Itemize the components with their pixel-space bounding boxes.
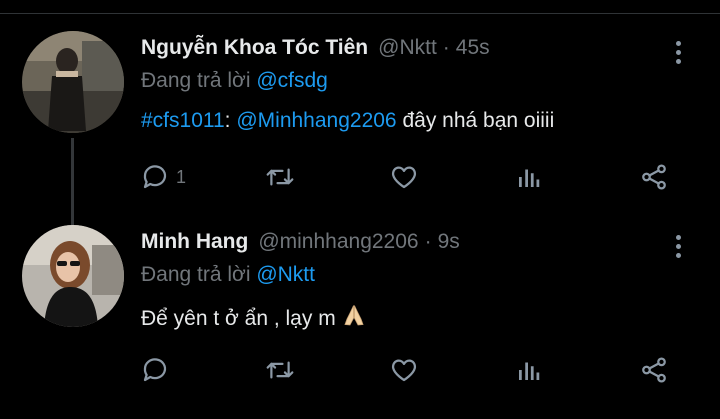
mention-link[interactable]: @Minhhang2206: [236, 109, 396, 132]
retweet-icon: [266, 361, 294, 379]
username[interactable]: @Nktt: [378, 36, 437, 60]
reply-icon: [143, 165, 167, 189]
retweet-button[interactable]: [264, 159, 296, 195]
tweet-header: Minh Hang @minhhang2206 · 9s: [141, 230, 460, 260]
tweet[interactable]: Minh Hang @minhhang2206 · 9s Đang trả lờ…: [0, 222, 720, 419]
separator: ·: [442, 36, 450, 59]
tweet-header: Nguyễn Khoa Tóc Tiên @Nktt · 45s: [141, 36, 490, 66]
stats-button[interactable]: [514, 159, 544, 195]
share-icon: [642, 164, 666, 190]
stats-icon: [519, 362, 540, 380]
share-button[interactable]: [638, 352, 670, 388]
replying-to-link[interactable]: @cfsdg: [256, 69, 328, 92]
timestamp[interactable]: 45s: [456, 36, 490, 60]
text-colon: :: [224, 109, 237, 132]
reply-button[interactable]: 1: [140, 159, 186, 195]
avatar[interactable]: [22, 225, 124, 327]
text-body: đây nhá bạn oiiii: [396, 109, 555, 132]
replying-prefix: Đang trả lời: [141, 263, 257, 286]
share-icon: [642, 357, 666, 383]
separator: ·: [424, 230, 432, 253]
timestamp[interactable]: 9s: [438, 230, 460, 254]
text-body: Để yên t ở ẩn , lạy m: [141, 307, 336, 330]
tweet-text: #cfs1011: @Minhhang2206 đây nhá bạn oiii…: [141, 109, 554, 133]
retweet-button[interactable]: [264, 352, 296, 388]
action-bar: [0, 352, 720, 392]
reply-icon: [143, 358, 167, 382]
like-icon: [391, 166, 417, 189]
share-button[interactable]: [638, 159, 670, 195]
tweet-text: Để yên t ở ẩn , lạy m: [141, 303, 366, 331]
more-icon[interactable]: [664, 36, 692, 68]
reply-button[interactable]: [140, 352, 170, 388]
avatar[interactable]: [22, 31, 124, 133]
display-name[interactable]: Minh Hang: [141, 230, 248, 254]
like-button[interactable]: [389, 352, 419, 388]
replying-to: Đang trả lời @Nktt: [141, 263, 315, 287]
stats-icon: [519, 169, 540, 187]
action-bar: 1: [0, 159, 720, 199]
like-icon: [391, 359, 417, 382]
replying-to-link[interactable]: @Nktt: [256, 263, 315, 286]
replying-to: Đang trả lời @cfsdg: [141, 69, 328, 93]
replying-prefix: Đang trả lời: [141, 69, 257, 92]
retweet-icon: [266, 168, 294, 186]
like-button[interactable]: [389, 159, 419, 195]
username[interactable]: @minhhang2206: [258, 230, 418, 254]
reply-count: 1: [176, 166, 187, 187]
prayer-emoji-icon: [342, 303, 366, 327]
top-divider: [0, 13, 720, 14]
more-icon[interactable]: [664, 230, 692, 262]
stats-button[interactable]: [514, 352, 544, 388]
tweet[interactable]: Nguyễn Khoa Tóc Tiên @Nktt · 45s Đang tr…: [0, 28, 720, 226]
hashtag-link[interactable]: #cfs1011: [141, 109, 225, 132]
display-name[interactable]: Nguyễn Khoa Tóc Tiên: [141, 36, 368, 60]
